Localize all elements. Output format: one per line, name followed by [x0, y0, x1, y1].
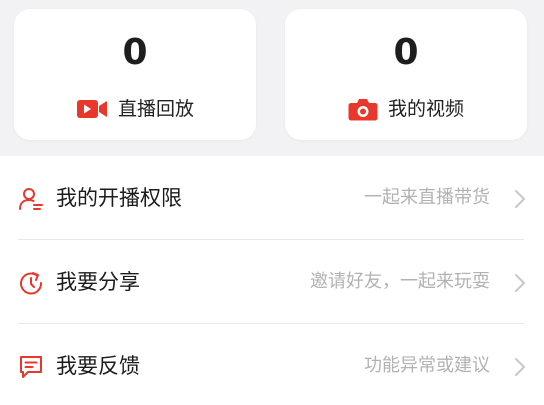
feedback-icon	[20, 356, 42, 378]
menu-item-hint: 邀请好友，一起来玩耍	[310, 271, 490, 292]
menu-item-label: 我要反馈	[56, 354, 140, 378]
page: 0 直播回放 0 我的视频 我的开播权限 一起来直播带货 我要分享 邀请好友，一…	[0, 0, 544, 405]
my-videos-card[interactable]: 0 我的视频	[285, 9, 527, 140]
menu-item-permission[interactable]: 我的开播权限 一起来直播带货	[0, 156, 544, 240]
videos-caption: 我的视频	[285, 97, 527, 121]
chevron-right-icon	[515, 358, 525, 376]
replay-label: 直播回放	[117, 98, 194, 120]
replay-card[interactable]: 0 直播回放	[14, 9, 256, 140]
replay-count: 0	[122, 32, 148, 73]
menu-item-feedback[interactable]: 我要反馈 功能异常或建议	[0, 324, 544, 405]
stats-section: 0 直播回放 0 我的视频	[0, 0, 544, 150]
menu-item-share[interactable]: 我要分享 邀请好友，一起来玩耍	[0, 240, 544, 324]
replay-caption: 直播回放	[14, 97, 256, 121]
user-permission-icon	[19, 188, 43, 210]
menu-item-hint: 功能异常或建议	[364, 355, 490, 376]
chevron-right-icon	[515, 274, 525, 292]
video-camera-icon	[76, 100, 107, 118]
menu-item-hint: 一起来直播带货	[364, 187, 490, 208]
videos-count: 0	[393, 32, 419, 73]
menu-item-label: 我要分享	[56, 270, 140, 294]
menu-list: 我的开播权限 一起来直播带货 我要分享 邀请好友，一起来玩耍 我要反馈 功能异常…	[0, 156, 544, 405]
camera-icon	[348, 99, 378, 121]
videos-label: 我的视频	[387, 98, 464, 120]
menu-item-label: 我的开播权限	[56, 186, 182, 210]
chevron-right-icon	[515, 190, 525, 208]
share-icon	[20, 272, 43, 295]
